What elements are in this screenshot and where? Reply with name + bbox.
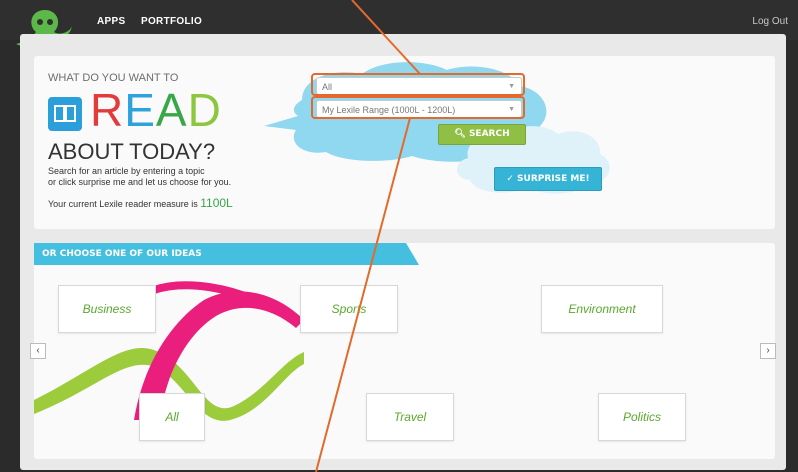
topic-label: Environment: [568, 302, 636, 316]
search-button[interactable]: 🔍︎ SEARCH: [438, 124, 526, 145]
topic-tile-all[interactable]: All: [139, 393, 205, 441]
ideas-heading: OR CHOOSE ONE OF OUR IDEAS: [42, 249, 202, 259]
search-button-label: SEARCH: [468, 129, 510, 139]
check-icon: ✓: [506, 174, 514, 184]
help-line-2: or click surprise me and let us choose f…: [48, 177, 232, 187]
logout-link[interactable]: Log Out: [752, 16, 788, 27]
chevron-left-icon[interactable]: ‹: [30, 343, 46, 359]
chevron-right-icon[interactable]: ›: [760, 343, 776, 359]
book-icon: [48, 97, 82, 131]
lexile-measure-value: 1100L: [200, 196, 233, 210]
surprise-button-label: SURPRISE ME!: [517, 174, 590, 184]
topic-tile-travel[interactable]: Travel: [366, 393, 454, 441]
topic-select-highlight: [311, 73, 525, 96]
topic-label: All: [165, 410, 179, 424]
topic-tile-business[interactable]: Business: [58, 285, 156, 333]
read-letter-d: D: [187, 84, 222, 136]
about-today-heading: ABOUT TODAY?: [48, 139, 216, 164]
topic-tile-politics[interactable]: Politics: [598, 393, 686, 441]
help-line-1: Search for an article by entering a topi…: [48, 166, 205, 176]
search-icon: 🔍︎: [454, 129, 466, 139]
topic-label: Business: [82, 302, 132, 316]
lexile-measure-text: Your current Lexile reader measure is 11…: [48, 196, 233, 210]
topic-label: Travel: [393, 410, 427, 424]
topic-label: Sports: [331, 302, 367, 316]
lexile-range-highlight: [311, 96, 525, 119]
nav-apps[interactable]: APPS: [97, 16, 125, 27]
nav-portfolio[interactable]: PORTFOLIO: [141, 16, 202, 27]
read-title: READ: [90, 86, 222, 134]
topic-tile-sports[interactable]: Sports: [300, 285, 398, 333]
read-letter-e: E: [124, 84, 156, 136]
read-letter-a: A: [155, 84, 188, 136]
topic-tile-environment[interactable]: Environment: [541, 285, 663, 333]
ask-heading: WHAT DO YOU WANT TO: [48, 72, 179, 84]
topic-label: Politics: [622, 410, 661, 424]
lexile-measure-label: Your current Lexile reader measure is: [48, 199, 201, 209]
search-help-text: Search for an article by entering a topi…: [48, 166, 288, 188]
surprise-me-button[interactable]: ✓ SURPRISE ME!: [494, 167, 602, 191]
read-letter-r: R: [90, 84, 125, 136]
